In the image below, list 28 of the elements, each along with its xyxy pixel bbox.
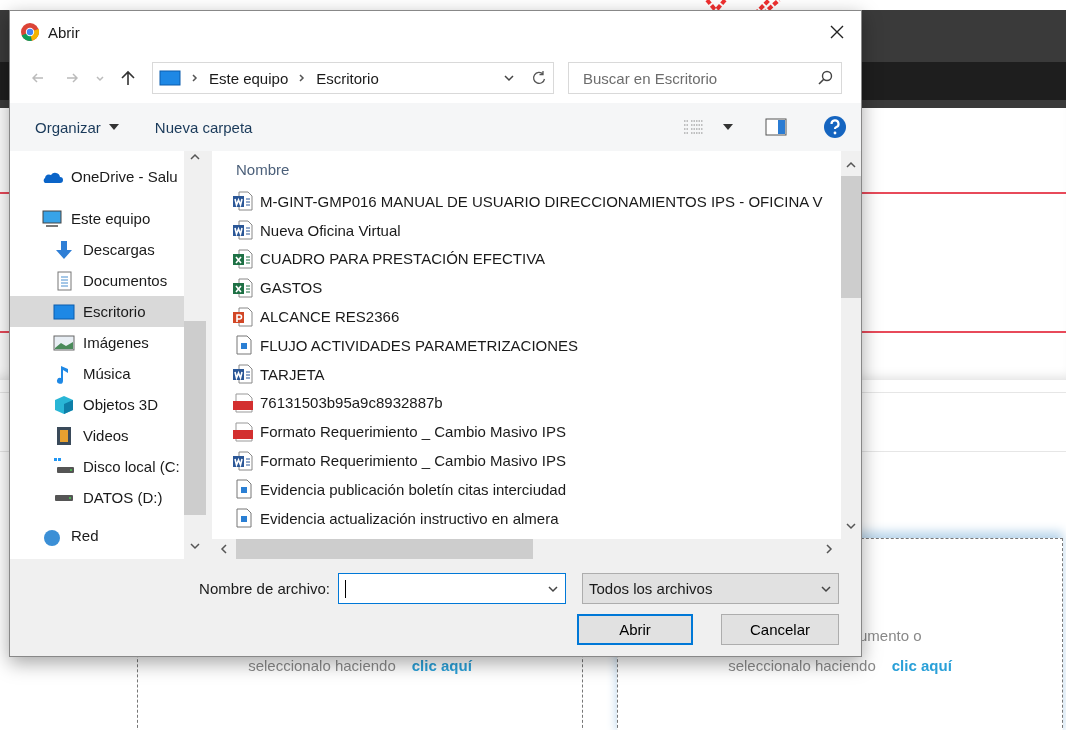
- file-name: GASTOS: [260, 279, 323, 297]
- file-name: Evidencia actualización instructivo en almera: [260, 509, 559, 527]
- dialog-title: Abrir: [48, 23, 81, 41]
- navigation-label: Este equipo: [71, 210, 151, 227]
- navigation-label: Descargas: [83, 241, 155, 258]
- file-name: FLUJO ACTIVIDADES PARAMETRIZACIONES: [260, 336, 579, 354]
- file-name: TARJETA: [260, 365, 325, 383]
- navigation-label: OneDrive - Salu: [71, 168, 178, 185]
- navigation-label: Red: [71, 527, 99, 544]
- navigation-label: Disco local (C:: [83, 458, 180, 475]
- navigation-label: Escritorio: [83, 303, 146, 320]
- file-name: ALCANCE RES2366: [260, 308, 400, 326]
- file-name: CUADRO PARA PRESTACIÓN EFECTIVA: [260, 250, 546, 268]
- navigation-label: Videos: [83, 427, 129, 444]
- upload-instruction: seleccionalo haciendo: [728, 657, 876, 674]
- file-name: Evidencia publicación boletín citas interciudad: [260, 480, 567, 498]
- file-name: M-GINT-GMP016 MANUAL DE USUARIO DIRECCIONAMIENTOS IPS - OFICINA V: [260, 192, 823, 210]
- navigation-label: DATOS (D:): [83, 489, 163, 506]
- navigation-label: Documentos: [83, 272, 168, 289]
- file-name: 76131503b95a9c8932887b: [260, 394, 443, 412]
- file-name: Formato Requerimiento _ Cambio Masivo IPS: [260, 423, 566, 441]
- filename-label: Nombre de archivo:: [199, 580, 330, 597]
- navigation-label: Música: [83, 365, 131, 382]
- file-name: Nueva Oficina Virtual: [260, 221, 401, 239]
- upload-instruction: seleccionalo haciendo: [248, 657, 396, 674]
- navigation-label: Objetos 3D: [83, 396, 159, 413]
- file-name: Formato Requerimiento _ Cambio Masivo IPS: [260, 452, 566, 470]
- navigation-label: Imágenes: [83, 334, 149, 351]
